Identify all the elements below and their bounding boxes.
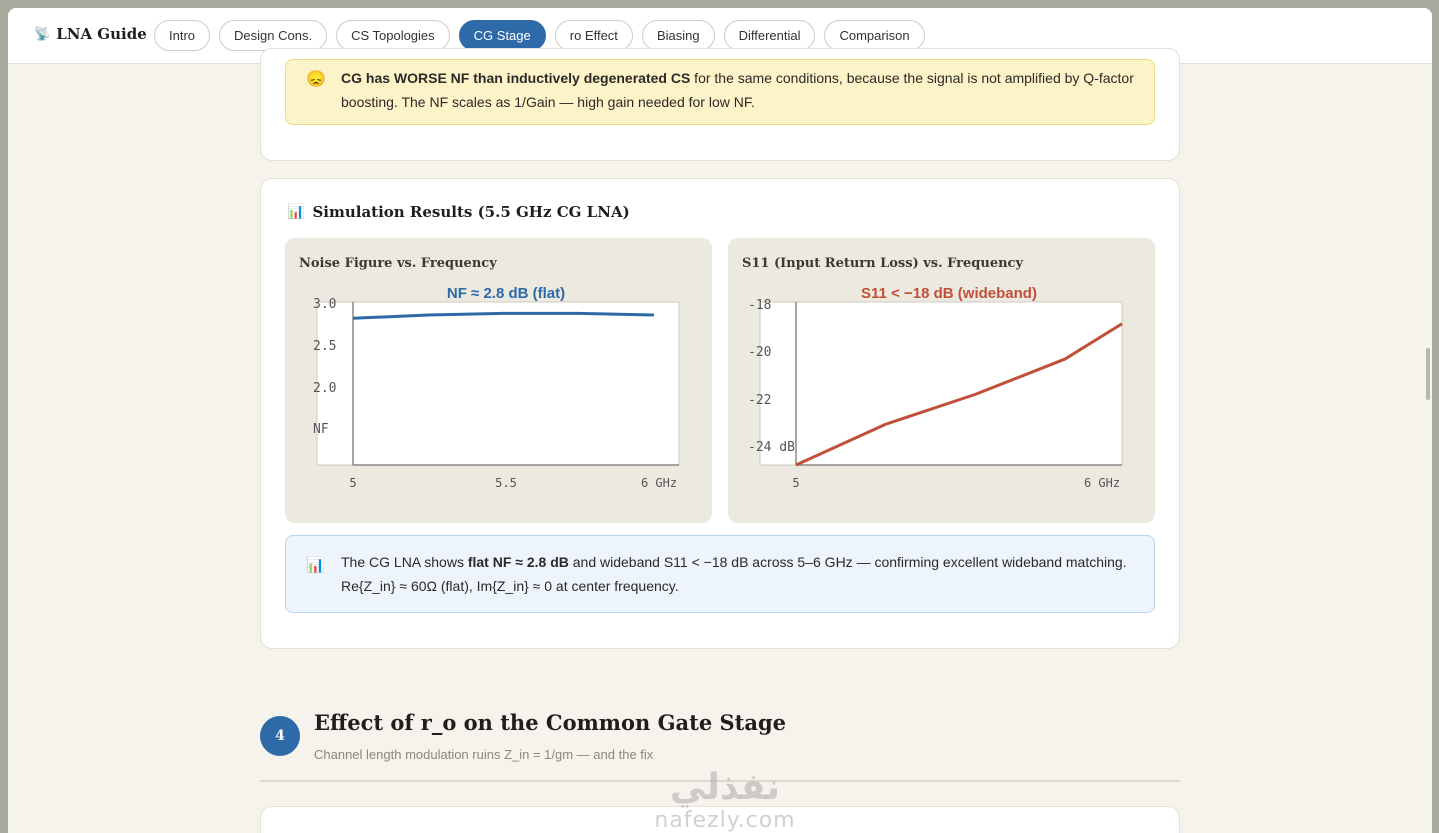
y-tick-label: 2.0 bbox=[313, 381, 336, 396]
tab-comparison[interactable]: Comparison bbox=[824, 20, 925, 51]
nf-warning-card: 😞 CG has WORSE NF than inductively degen… bbox=[260, 48, 1180, 161]
tab-design-cons[interactable]: Design Cons. bbox=[219, 20, 328, 51]
x-tick-label: 6 GHz bbox=[641, 476, 677, 490]
section-subtitle: Channel length modulation ruins Z_in = 1… bbox=[314, 747, 654, 762]
s11-chart: S11 < −18 dB (wideband) -18 -20 -22 -24 dB 5 6… bbox=[748, 285, 1123, 490]
x-tick-label: 5 bbox=[792, 476, 799, 490]
warning-bold: CG has WORSE NF than inductively degener… bbox=[341, 70, 691, 86]
plot-area bbox=[316, 301, 680, 466]
simulation-title: 📊 Simulation Results (5.5 GHz CG LNA) bbox=[287, 203, 630, 221]
tab-cs-topologies[interactable]: CS Topologies bbox=[336, 20, 450, 51]
y-tick-label: 2.5 bbox=[313, 339, 336, 354]
chart-annotation: S11 < −18 dB (wideband) bbox=[861, 285, 1037, 302]
info-pre: The CG LNA shows bbox=[341, 554, 468, 570]
brand[interactable]: 📡 LNA Guide bbox=[34, 25, 147, 43]
x-tick-label: 6 GHz bbox=[1084, 476, 1120, 490]
bar-chart-icon: 📊 bbox=[306, 557, 325, 574]
scrollbar-thumb[interactable] bbox=[1426, 348, 1430, 400]
s11-chart-panel: S11 (Input Return Loss) vs. Frequency S1… bbox=[728, 238, 1155, 523]
section-title: Effect of r_o on the Common Gate Stage bbox=[314, 710, 787, 735]
plot-area bbox=[759, 301, 1123, 466]
tab-biasing[interactable]: Biasing bbox=[641, 20, 715, 51]
tab-differential[interactable]: Differential bbox=[723, 20, 816, 51]
info-bold: flat NF ≈ 2.8 dB bbox=[467, 554, 569, 570]
info-callout: 📊 The CG LNA shows flat NF ≈ 2.8 dB and … bbox=[285, 535, 1155, 613]
section-number-badge: 4 bbox=[260, 716, 300, 756]
y-tick-label: 3.0 bbox=[313, 297, 336, 312]
warning-callout: 😞 CG has WORSE NF than inductively degen… bbox=[285, 59, 1155, 125]
antenna-icon: 📡 bbox=[34, 26, 51, 42]
x-tick-label: 5.5 bbox=[495, 476, 517, 490]
y-tick-label: -18 bbox=[748, 298, 771, 313]
watermark-logo: نفذلي nafezly.com bbox=[640, 768, 810, 833]
simulation-card: 📊 Simulation Results (5.5 GHz CG LNA) No… bbox=[260, 178, 1180, 649]
watermark-arabic: نفذلي bbox=[669, 767, 781, 808]
simulation-title-text: Simulation Results (5.5 GHz CG LNA) bbox=[312, 203, 630, 221]
tab-intro[interactable]: Intro bbox=[154, 20, 211, 51]
nf-chart-panel: Noise Figure vs. Frequency NF ≈ 2.8 dB (… bbox=[285, 238, 712, 523]
y-axis-label: NF bbox=[313, 422, 329, 437]
y-tick-label: -24 dB bbox=[748, 440, 795, 455]
y-tick-label: -20 bbox=[748, 345, 771, 360]
brand-label: LNA Guide bbox=[56, 25, 147, 43]
nav-tabs: Intro Design Cons. CS Topologies CG Stag… bbox=[154, 20, 925, 51]
y-tick-label: -22 bbox=[748, 393, 771, 408]
browser-window: 📡 LNA Guide Intro Design Cons. CS Topolo… bbox=[8, 8, 1432, 833]
tab-cg-stage[interactable]: CG Stage bbox=[458, 20, 546, 51]
disappointed-face-icon: 😞 bbox=[306, 71, 326, 88]
bar-chart-icon: 📊 bbox=[287, 204, 305, 220]
x-tick-label: 5 bbox=[349, 476, 356, 490]
nf-chart: NF ≈ 2.8 dB (flat) 3.0 2.5 2.0 5 5.5 6 GHz NF bbox=[313, 285, 680, 490]
chart-annotation: NF ≈ 2.8 dB (flat) bbox=[447, 285, 565, 302]
watermark-latin: nafezly.com bbox=[654, 808, 796, 833]
tab-ro-effect[interactable]: ro Effect bbox=[554, 20, 633, 51]
